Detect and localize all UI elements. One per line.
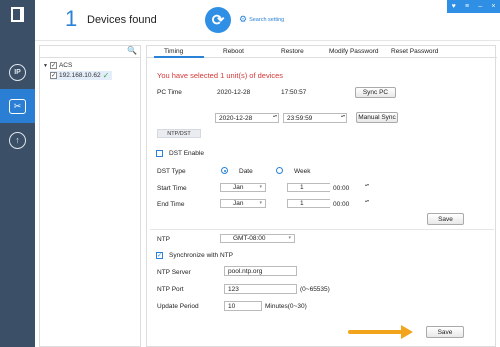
tree-root-item[interactable]: ▼ ✓ ACS xyxy=(43,62,72,69)
manual-date-input[interactable]: 2020-12-28 xyxy=(215,113,279,123)
manual-sync-button[interactable]: Manual Sync xyxy=(356,112,398,123)
sidebar: IP ✂ ↑ xyxy=(0,0,35,347)
root-checkbox[interactable]: ✓ xyxy=(49,62,57,69)
end-time-label: End Time xyxy=(157,201,185,208)
device-ip-label: 192.168.10.62 xyxy=(59,72,101,79)
chevron-down-icon: ▾ xyxy=(288,235,291,241)
chevron-down-icon: ▾ xyxy=(259,184,262,190)
start-time-value: 00:00 xyxy=(333,184,350,192)
tree-device-item[interactable]: ✓ 192.168.10.62 ✓ xyxy=(50,71,113,80)
start-time-input[interactable]: 00:00 xyxy=(330,183,370,193)
sidebar-tools-button[interactable]: ✂ xyxy=(0,89,35,123)
tab-timing[interactable]: Timing xyxy=(164,48,183,55)
tab-restore[interactable]: Restore xyxy=(281,48,304,55)
tab-modify-password[interactable]: Modify Password xyxy=(329,48,379,55)
logo-icon xyxy=(11,7,24,22)
active-tab-indicator xyxy=(154,56,204,58)
dst-type-date-radio[interactable] xyxy=(221,167,228,174)
gear-icon: ⚙ xyxy=(239,14,248,24)
divider xyxy=(150,229,494,230)
dst-enable-label: DST Enable xyxy=(169,150,204,157)
start-month-value: Jan xyxy=(233,184,244,191)
update-period-input[interactable]: 10 xyxy=(224,301,262,311)
refresh-button[interactable]: ⟳ xyxy=(205,7,231,33)
tree-root-label: ACS xyxy=(58,62,73,69)
close-icon[interactable]: × xyxy=(491,3,495,10)
ntp-server-input[interactable]: pool.ntp.org xyxy=(224,266,297,276)
refresh-icon: ⟳ xyxy=(211,12,225,29)
menu-icon[interactable]: ≡ xyxy=(465,3,469,10)
end-month-value: Jan xyxy=(233,200,244,207)
tab-reset-password[interactable]: Reset Password xyxy=(391,48,438,55)
arrow-annotation-icon xyxy=(401,325,413,339)
ntp-server-label: NTP Server xyxy=(157,269,191,276)
timezone-value: GMT-08:00 xyxy=(233,235,266,242)
save-dst-button[interactable]: Save xyxy=(427,213,464,225)
start-time-label: Start Time xyxy=(157,185,187,192)
tree-search-input[interactable]: 🔍 xyxy=(40,46,140,58)
ntp-label: NTP xyxy=(157,236,170,243)
favorite-icon[interactable]: ♥ xyxy=(452,3,456,10)
devices-found-title: Devices found xyxy=(87,14,157,26)
pc-date-value: 2020-12-28 xyxy=(217,89,251,96)
timezone-select[interactable]: GMT-08:00 ▾ xyxy=(220,234,295,243)
sync-ntp-label: Synchronize with NTP xyxy=(169,252,233,259)
start-month-select[interactable]: Jan ▾ xyxy=(220,183,266,192)
update-period-label: Update Period xyxy=(157,303,199,310)
collapse-icon[interactable]: ▼ xyxy=(43,63,48,69)
selection-message: You have selected 1 unit(s) of devices xyxy=(157,71,284,80)
top-bar: 1 Devices found ⟳ ⚙ Search setting ♥ ≡ –… xyxy=(35,0,500,41)
end-day-value: 1 xyxy=(300,200,304,207)
ip-icon: IP xyxy=(9,63,26,81)
end-time-value: 00:00 xyxy=(333,200,350,208)
tools-icon: ✂ xyxy=(9,98,26,114)
device-tree: 🔍 ▼ ✓ ACS ✓ 192.168.10.62 ✓ xyxy=(39,45,141,347)
pc-time-value: 17:50:57 xyxy=(281,89,307,96)
save-button[interactable]: Save xyxy=(426,326,464,338)
sync-ntp-checkbox[interactable]: ✓ xyxy=(156,252,163,259)
end-month-select[interactable]: Jan ▾ xyxy=(220,199,266,208)
update-period-unit: Minutes(0~30) xyxy=(265,303,307,310)
start-day-value: 1 xyxy=(300,184,304,191)
sidebar-ip-button[interactable]: IP xyxy=(0,55,35,89)
manual-time-input[interactable]: 23:59:59 xyxy=(283,113,347,123)
dst-enable-checkbox[interactable] xyxy=(156,150,163,157)
upgrade-icon: ↑ xyxy=(9,131,26,149)
dst-type-week-label: Week xyxy=(294,168,311,175)
tab-bar: Timing Reboot Restore Modify Password Re… xyxy=(147,46,497,58)
chevron-down-icon: ▾ xyxy=(259,200,262,206)
pc-time-label: PC Time xyxy=(157,89,182,96)
ntp-dst-section-header: NTP/DST xyxy=(157,129,201,138)
tab-reboot[interactable]: Reboot xyxy=(223,48,244,55)
end-time-input[interactable]: 00:00 xyxy=(330,199,370,209)
search-icon[interactable]: 🔍 xyxy=(127,46,137,55)
sync-pc-button[interactable]: Sync PC xyxy=(355,87,396,98)
device-count: 1 xyxy=(65,6,78,31)
sidebar-upgrade-button[interactable]: ↑ xyxy=(0,123,35,157)
ntp-port-range: (0~65535) xyxy=(300,286,330,293)
window-controls: ♥ ≡ – × xyxy=(447,0,500,13)
dst-type-date-label: Date xyxy=(239,168,253,175)
online-check-icon: ✓ xyxy=(102,71,110,80)
dst-type-week-radio[interactable] xyxy=(276,167,283,174)
dst-type-label: DST Type xyxy=(157,168,186,175)
settings-panel: Timing Reboot Restore Modify Password Re… xyxy=(146,45,497,347)
device-checkbox[interactable]: ✓ xyxy=(50,72,57,79)
ntp-port-label: NTP Port xyxy=(157,286,184,293)
arrow-annotation-shaft xyxy=(348,330,404,334)
search-setting-link[interactable]: ⚙ Search setting xyxy=(239,14,284,25)
ntp-port-input[interactable]: 123 xyxy=(224,284,297,294)
minimize-icon[interactable]: – xyxy=(478,3,482,10)
search-setting-label: Search setting xyxy=(249,16,285,23)
